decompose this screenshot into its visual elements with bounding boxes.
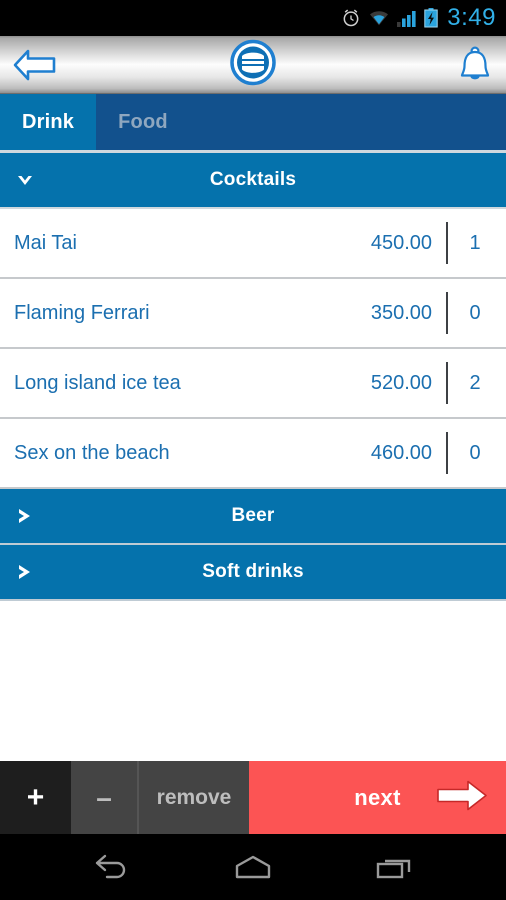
- next-button[interactable]: next: [249, 761, 506, 834]
- notification-bell-button[interactable]: [456, 45, 494, 85]
- nav-back-button[interactable]: [66, 842, 156, 892]
- back-arrow-button[interactable]: [12, 48, 58, 82]
- group-header-beer[interactable]: Beer: [0, 489, 506, 545]
- decrement-button[interactable]: –: [71, 761, 139, 834]
- status-time: 3:49: [447, 4, 496, 31]
- group-title: Cocktails: [209, 169, 297, 190]
- app-logo: [229, 38, 277, 91]
- tab-drink[interactable]: Drink: [0, 94, 97, 150]
- item-name: Mai Tai: [14, 231, 77, 254]
- group-header-soft-drinks[interactable]: Soft drinks: [0, 545, 506, 601]
- table-row[interactable]: Flaming Ferrari 350.00 0: [0, 279, 506, 349]
- status-bar: 3:49: [0, 0, 506, 36]
- system-nav-bar: [0, 834, 506, 900]
- item-quantity: 0: [469, 441, 481, 464]
- decrement-label: –: [96, 781, 112, 813]
- chevron-right-icon: [14, 561, 36, 583]
- item-quantity: 0: [469, 301, 481, 324]
- tab-food[interactable]: Food: [96, 94, 190, 150]
- alarm-icon: [341, 8, 361, 28]
- group-title: Beer: [231, 505, 275, 526]
- nav-home-button[interactable]: [208, 842, 298, 892]
- group-title: Soft drinks: [202, 561, 304, 582]
- item-name: Sex on the beach: [14, 441, 170, 464]
- next-label: next: [354, 784, 401, 810]
- remove-button[interactable]: remove: [139, 761, 249, 834]
- increment-button[interactable]: +: [0, 761, 71, 834]
- tab-drink-label: Drink: [22, 110, 75, 133]
- chevron-right-icon: [14, 505, 36, 527]
- group-header-cocktails[interactable]: Cocktails: [0, 153, 506, 209]
- table-row[interactable]: Sex on the beach 460.00 0: [0, 419, 506, 489]
- item-price: 520.00: [370, 371, 432, 394]
- remove-label: remove: [156, 785, 232, 809]
- item-name: Flaming Ferrari: [14, 301, 150, 324]
- chevron-down-icon: [14, 169, 36, 191]
- app-bar: [0, 36, 506, 94]
- item-quantity: 1: [469, 231, 481, 254]
- item-quantity: 2: [469, 371, 481, 394]
- action-bar: + – remove next: [0, 761, 506, 834]
- signal-icon: [397, 9, 417, 27]
- nav-recents-button[interactable]: [350, 842, 440, 892]
- table-row[interactable]: Long island ice tea 520.00 2: [0, 349, 506, 419]
- item-price: 350.00: [370, 301, 432, 324]
- list-empty-area: [0, 601, 506, 751]
- tab-bar: Drink Food: [0, 94, 506, 150]
- item-price: 460.00: [370, 441, 432, 464]
- app-screen: 3:49 Drink Food Cocktails Mai Tai 450.00…: [0, 0, 506, 900]
- battery-charging-icon: [424, 8, 438, 28]
- arrow-right-icon: [434, 775, 490, 820]
- tab-food-label: Food: [118, 110, 168, 133]
- item-price: 450.00: [370, 231, 432, 254]
- item-name: Long island ice tea: [14, 371, 181, 394]
- wifi-icon: [368, 9, 390, 27]
- increment-label: +: [26, 780, 45, 814]
- table-row[interactable]: Mai Tai 450.00 1: [0, 209, 506, 279]
